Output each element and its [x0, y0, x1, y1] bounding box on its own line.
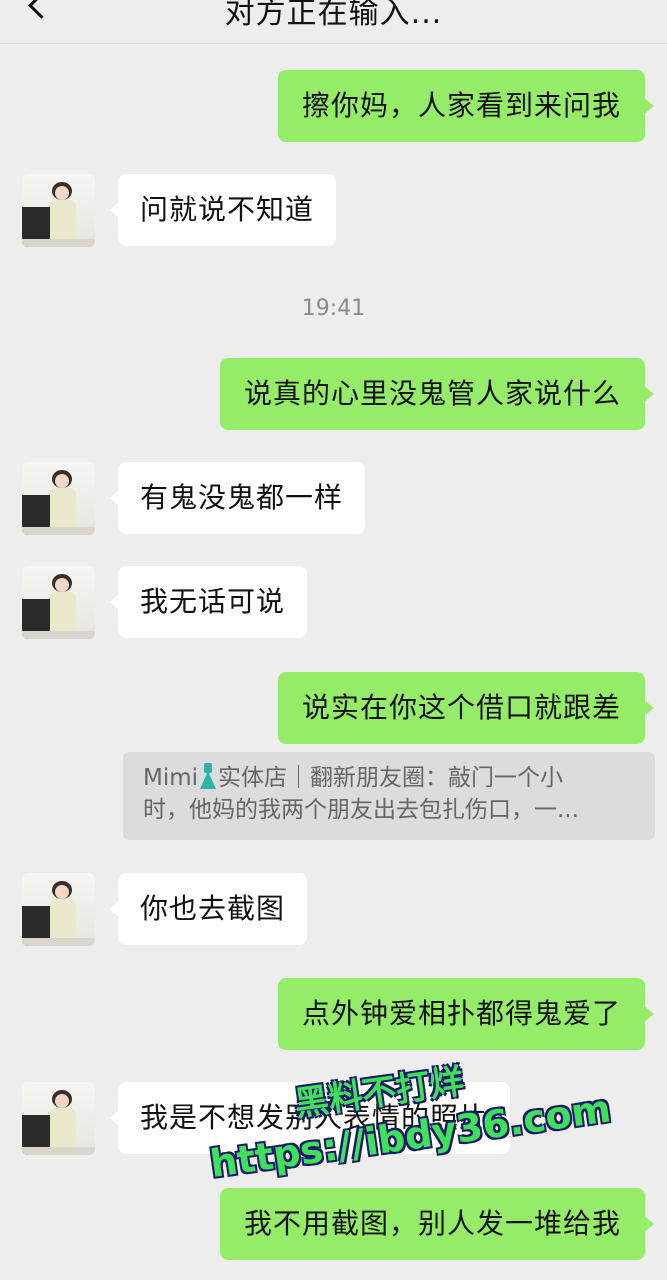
quote-line-1: Mimi 实体店｜翻新朋友圈：敲门一个小	[143, 762, 635, 794]
quoted-message[interactable]: Mimi 实体店｜翻新朋友圈：敲门一个小 时，他妈的我两个朋友出去包扎伤口，一..…	[123, 752, 655, 840]
quote-text-1: 实体店｜翻新朋友圈：敲门一个小	[218, 765, 564, 791]
message-bubble-incoming[interactable]: 我无话可说	[108, 566, 308, 638]
contact-avatar[interactable]	[22, 174, 95, 247]
contact-avatar[interactable]	[22, 873, 95, 946]
chat-header: 对方正在输入...	[0, 0, 667, 44]
message-bubble-incoming[interactable]: 你也去截图	[108, 873, 308, 945]
message-bubble-outgoing[interactable]: 我不用截图，别人发一堆给我	[219, 1188, 655, 1260]
dress-icon	[198, 763, 218, 789]
contact-avatar[interactable]	[22, 566, 95, 639]
contact-avatar[interactable]	[22, 462, 95, 535]
message-bubble-outgoing[interactable]: 说真的心里没鬼管人家说什么	[219, 358, 655, 430]
message-bubble-outgoing[interactable]: 说实在你这个借口就跟差	[277, 672, 655, 744]
quote-sender-name: Mimi	[143, 765, 199, 791]
timestamp: 19:41	[301, 296, 366, 321]
message-bubble-incoming[interactable]: 有鬼没鬼都一样	[108, 462, 366, 534]
contact-avatar[interactable]	[22, 1082, 95, 1155]
message-bubble-incoming[interactable]: 问就说不知道	[108, 174, 337, 246]
chat-title: 对方正在输入...	[224, 0, 443, 31]
watermark: 黑料不打烊 https://ibdy36.com	[200, 1037, 613, 1186]
message-bubble-outgoing[interactable]: 点外钟爱相扑都得鬼爱了	[277, 978, 655, 1050]
message-bubble-outgoing[interactable]: 擦你妈，人家看到来问我	[277, 70, 655, 142]
quote-line-2: 时，他妈的我两个朋友出去包扎伤口，一...	[143, 797, 579, 823]
